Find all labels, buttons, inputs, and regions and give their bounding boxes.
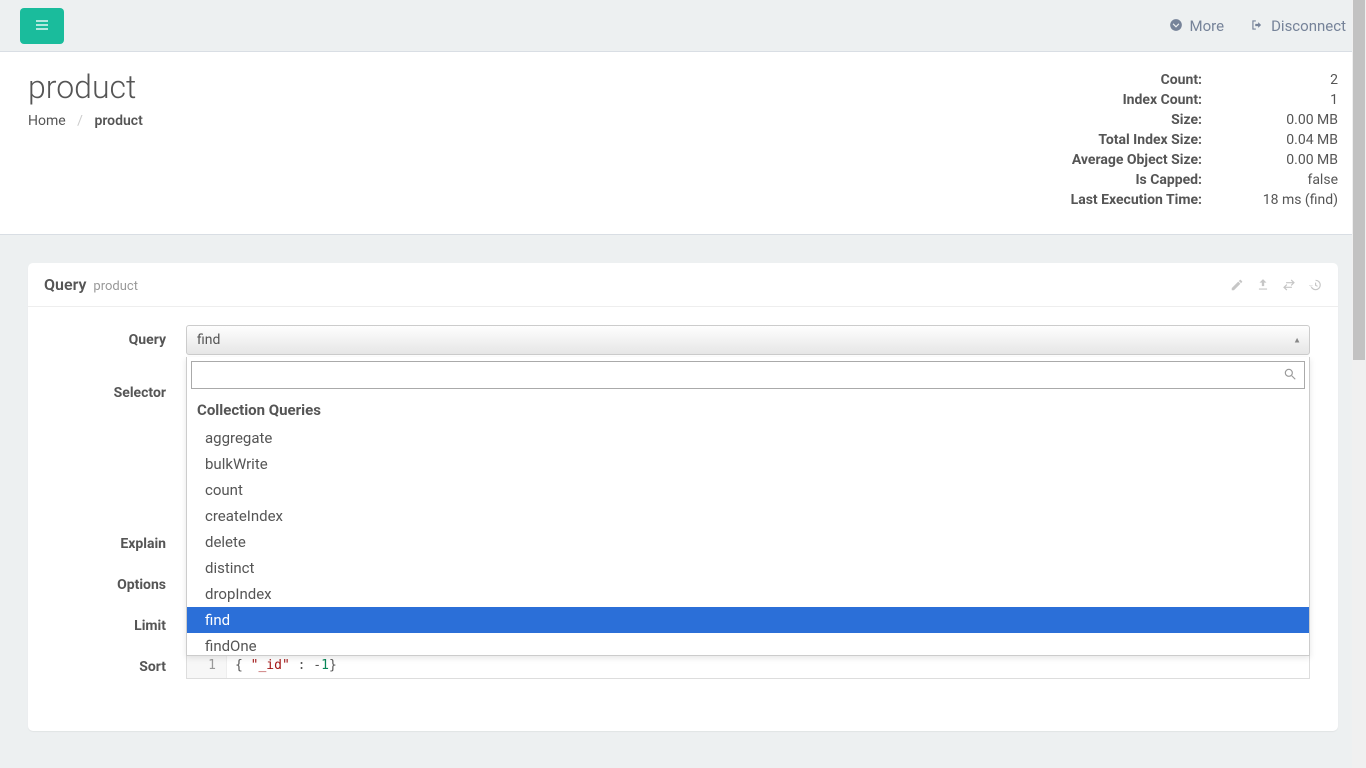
content-wrap: Query product Query find ▲	[0, 235, 1366, 759]
hamburger-icon	[34, 15, 50, 36]
transfer-icon[interactable]	[1282, 278, 1296, 294]
nav-right: More Disconnect	[1169, 17, 1346, 35]
label-limit: Limit	[56, 611, 186, 634]
panel-body: Query find ▲	[28, 307, 1338, 731]
query-panel-header: Query product	[28, 263, 1338, 307]
gutter-line-1: 1	[208, 658, 216, 673]
stat-indexcount-label: Index Count:	[1012, 90, 1202, 110]
sort-editor[interactable]: 1 { "_id" : -1}	[186, 652, 1310, 679]
stat-iscapped-label: Is Capped:	[1012, 170, 1202, 190]
search-icon	[1283, 367, 1297, 383]
caret-up-icon: ▲	[1293, 336, 1301, 345]
option-aggregate[interactable]: aggregate	[187, 425, 1309, 451]
dropdown-list[interactable]: Collection Queries aggregate bulkWrite c…	[187, 393, 1309, 655]
stat-lastexec-label: Last Execution Time:	[1012, 190, 1202, 210]
stat-count-label: Count:	[1012, 70, 1202, 90]
upload-icon[interactable]	[1256, 278, 1270, 294]
disconnect-label: Disconnect	[1271, 17, 1346, 35]
scrollbar-thumb[interactable]	[1353, 0, 1365, 360]
panel-title: Query product	[44, 275, 138, 294]
page-scrollbar[interactable]	[1352, 0, 1366, 768]
sign-out-icon	[1250, 18, 1264, 34]
label-options: Options	[56, 570, 186, 593]
row-query: Query find ▲	[56, 325, 1310, 355]
panel-title-text: Query	[44, 275, 86, 294]
dropdown-group-label: Collection Queries	[187, 393, 1309, 425]
label-query: Query	[56, 325, 186, 348]
stat-totalindexsize-label: Total Index Size:	[1012, 130, 1202, 150]
option-findOne[interactable]: findOne	[187, 633, 1309, 655]
option-dropIndex[interactable]: dropIndex	[187, 581, 1309, 607]
chevron-circle-down-icon	[1169, 18, 1183, 34]
stat-lastexec-value: 18 ms (find)	[1202, 190, 1338, 210]
panel-actions	[1230, 278, 1322, 294]
breadcrumb-home[interactable]: Home	[28, 113, 66, 129]
option-find[interactable]: find	[187, 607, 1309, 633]
editor-line-1[interactable]: { "_id" : -1}	[227, 653, 345, 678]
query-select-value: find	[197, 332, 220, 348]
query-panel: Query product Query find ▲	[28, 263, 1338, 731]
page-header: product Home / product Count:2 Index Cou…	[0, 52, 1366, 235]
stat-size-value: 0.00 MB	[1202, 110, 1338, 130]
option-count[interactable]: count	[187, 477, 1309, 503]
query-dropdown: Collection Queries aggregate bulkWrite c…	[186, 357, 1310, 656]
page-title: product	[28, 70, 143, 105]
top-navbar: More Disconnect	[0, 0, 1366, 52]
panel-subtitle: product	[93, 279, 138, 294]
dropdown-search	[187, 357, 1309, 393]
disconnect-link[interactable]: Disconnect	[1250, 17, 1346, 35]
stat-indexcount-value: 1	[1202, 90, 1338, 110]
row-sort: Sort 1 { "_id" : -1}	[56, 652, 1310, 679]
breadcrumb-current: product	[94, 113, 142, 129]
option-distinct[interactable]: distinct	[187, 555, 1309, 581]
label-selector: Selector	[56, 367, 186, 401]
option-delete[interactable]: delete	[187, 529, 1309, 555]
stat-avgobjsize-value: 0.00 MB	[1202, 150, 1338, 170]
edit-icon[interactable]	[1230, 278, 1244, 294]
label-sort: Sort	[56, 652, 186, 675]
breadcrumb-separator: /	[77, 113, 83, 129]
more-menu[interactable]: More	[1169, 17, 1225, 35]
stat-avgobjsize-label: Average Object Size:	[1012, 150, 1202, 170]
hamburger-button[interactable]	[20, 8, 64, 44]
option-bulkWrite[interactable]: bulkWrite	[187, 451, 1309, 477]
stat-size-label: Size:	[1012, 110, 1202, 130]
more-label: More	[1190, 17, 1225, 35]
label-explain: Explain	[56, 529, 186, 552]
stat-iscapped-value: false	[1202, 170, 1338, 190]
option-createIndex[interactable]: createIndex	[187, 503, 1309, 529]
breadcrumb: Home / product	[28, 113, 143, 129]
stat-totalindexsize-value: 0.04 MB	[1202, 130, 1338, 150]
collection-stats: Count:2 Index Count:1 Size:0.00 MB Total…	[1012, 70, 1338, 210]
query-select[interactable]: find ▲	[186, 325, 1310, 355]
stat-count-value: 2	[1202, 70, 1338, 90]
dropdown-search-input[interactable]	[191, 361, 1305, 389]
editor-gutter: 1	[187, 653, 227, 678]
history-icon[interactable]	[1308, 278, 1322, 294]
